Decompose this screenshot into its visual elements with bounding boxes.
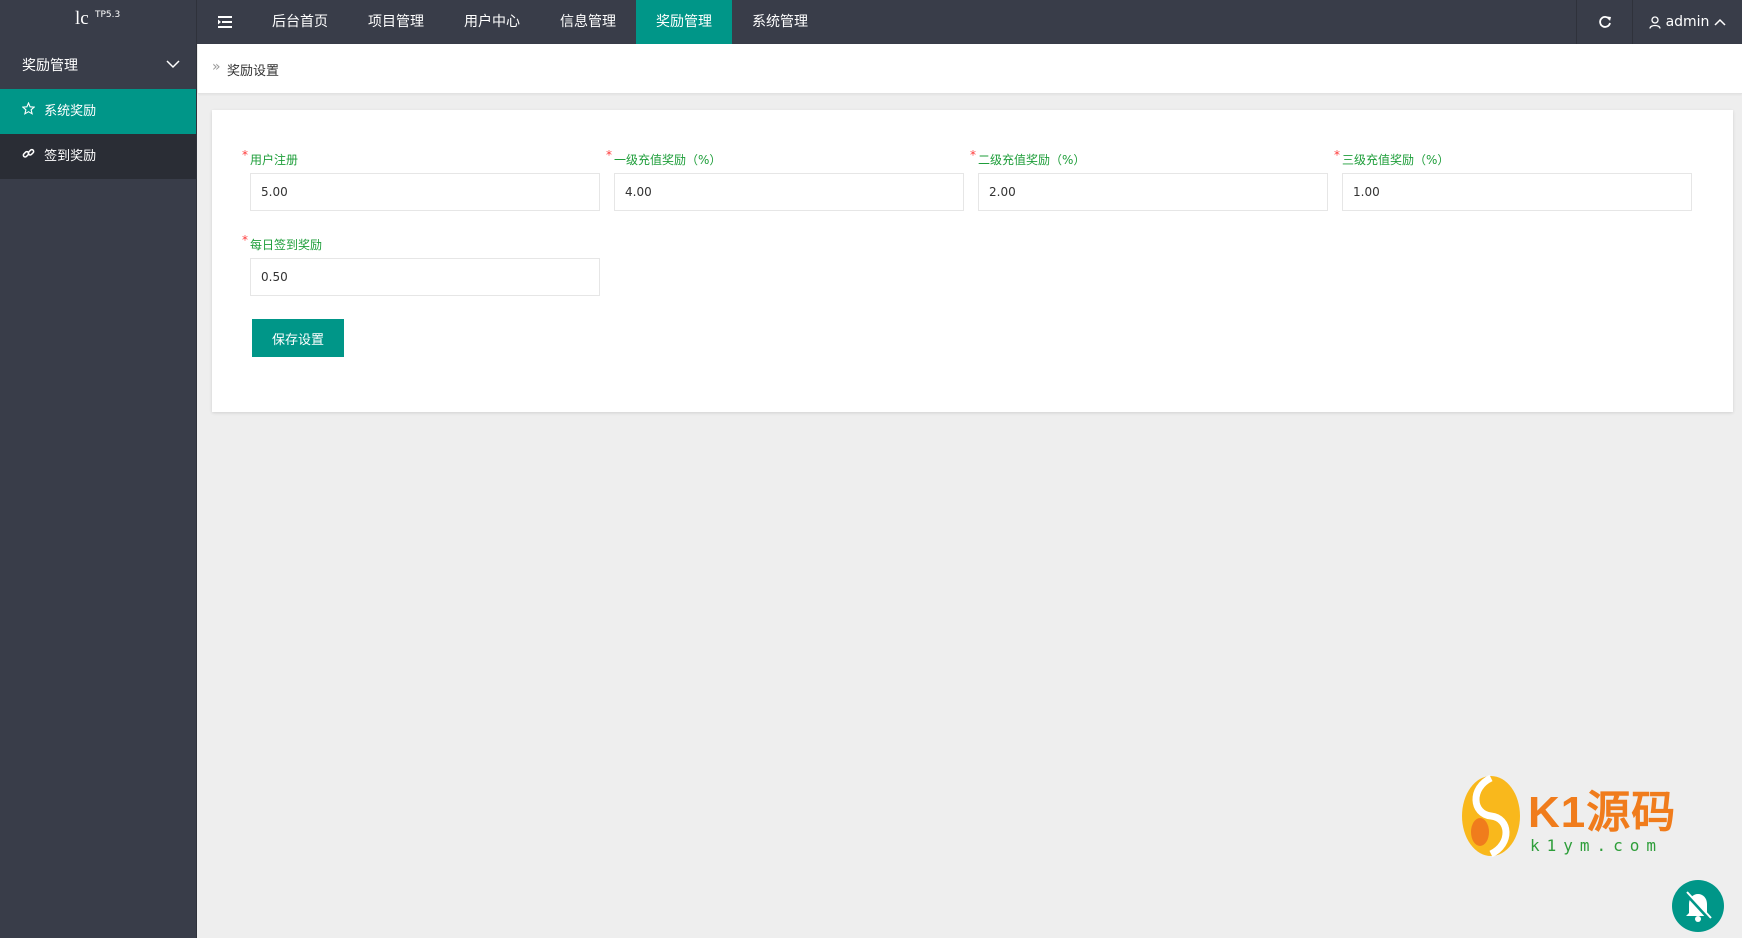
field-level1-recharge: * 一级充值奖励（%） [606,148,964,211]
level2-recharge-input[interactable] [978,173,1328,211]
refresh-button[interactable] [1576,0,1632,44]
breadcrumb-current[interactable]: 奖励设置 [227,60,279,79]
link-icon [22,134,36,179]
daily-checkin-input[interactable] [250,258,600,296]
watermark-logo: K1源码 k1ym.com [1460,770,1675,860]
floating-bell-off-button[interactable] [1672,880,1724,932]
menu-toggle-button[interactable] [198,0,252,44]
required-mark: * [1334,148,1340,162]
field-label-text: 一级充值奖励（%） [614,153,722,167]
sidebar-item-label: 签到奖励 [44,149,97,164]
field-label-text: 每日签到奖励 [250,238,323,252]
field-label-text: 用户注册 [250,153,299,167]
breadcrumb: » 奖励设置 [198,44,1742,94]
field-label: * 三级充值奖励（%） [1334,148,1684,169]
sidebar-group-rewards[interactable]: 奖励管理 [0,44,196,89]
nav-item-users[interactable]: 用户中心 [444,0,540,44]
breadcrumb-arrow-icon: » [212,59,221,75]
logo[interactable]: lc TP5.3 [0,0,197,44]
sidebar: 奖励管理 系统奖励 签到奖励 [0,44,197,938]
field-label-text: 三级充值奖励（%） [1342,153,1450,167]
required-mark: * [606,148,612,162]
nav-item-info[interactable]: 信息管理 [540,0,636,44]
level1-recharge-input[interactable] [614,173,964,211]
logo-version: TP5.3 [95,10,121,20]
menu-fold-icon [218,16,232,28]
field-label: * 一级充值奖励（%） [606,148,956,169]
chevron-down-icon [166,60,180,69]
reward-settings-card: * 用户注册 * 一级充值奖励（%） * 二级充值奖励（%） * 三级充值奖励（… [212,110,1733,412]
field-register-reward: * 用户注册 [242,148,600,211]
field-level3-recharge: * 三级充值奖励（%） [1334,148,1692,211]
required-mark: * [242,148,248,162]
watermark-emblem-icon [1462,774,1520,858]
username: admin [1665,14,1710,30]
nav-item-home[interactable]: 后台首页 [252,0,348,44]
sidebar-item-checkin-reward[interactable]: 签到奖励 [0,134,196,179]
star-icon [21,89,36,134]
required-mark: * [242,233,248,247]
bell-off-icon [1684,891,1712,922]
logo-text: lc [75,8,89,29]
register-reward-input[interactable] [250,173,600,211]
nav-item-projects[interactable]: 项目管理 [348,0,444,44]
field-label: * 每日签到奖励 [242,233,592,254]
watermark-url: k1ym.com [1530,836,1664,855]
required-mark: * [970,148,976,162]
nav-item-rewards[interactable]: 奖励管理 [636,0,732,44]
field-label: * 二级充值奖励（%） [970,148,1320,169]
top-nav: 后台首页 项目管理 用户中心 信息管理 奖励管理 系统管理 [198,0,828,44]
chevron-up-icon [1714,18,1726,26]
field-label: * 用户注册 [242,148,592,169]
save-settings-button[interactable]: 保存设置 [252,319,344,357]
field-level2-recharge: * 二级充值奖励（%） [970,148,1328,211]
field-label-text: 二级充值奖励（%） [978,153,1086,167]
sidebar-item-system-reward[interactable]: 系统奖励 [0,89,196,134]
sidebar-item-label: 系统奖励 [44,104,97,119]
refresh-icon [1598,16,1611,28]
sidebar-group-label: 奖励管理 [22,58,78,74]
field-daily-checkin: * 每日签到奖励 [242,233,600,296]
watermark-brand: K1源码 [1528,788,1677,837]
user-menu[interactable]: admin [1632,0,1742,44]
top-right-tools: admin [1576,0,1742,44]
top-bar: lc TP5.3 后台首页 项目管理 用户中心 信息管理 奖励管理 系统管理 a… [0,0,1742,44]
level3-recharge-input[interactable] [1342,173,1692,211]
nav-item-system[interactable]: 系统管理 [732,0,828,44]
user-icon [1649,15,1661,29]
